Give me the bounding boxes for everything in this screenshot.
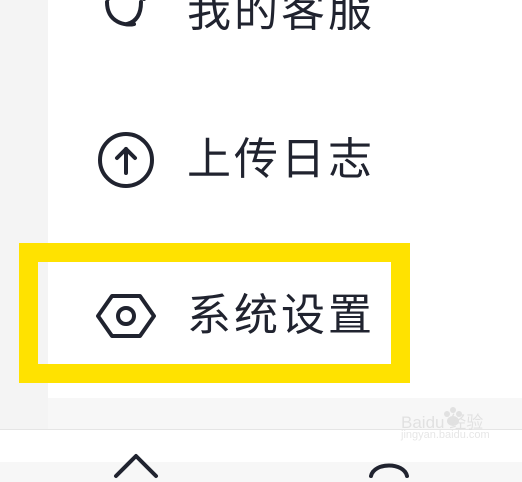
menu-label-upload-log: 上传日志 [187, 134, 375, 185]
menu-label-my-service: 我的客服 [187, 0, 375, 37]
baidu-watermark-url: jingyan.baidu.com [401, 429, 490, 441]
highlight-box [19, 243, 410, 383]
headset-icon [105, 0, 146, 27]
menu-item-my-service[interactable]: 我的客服 [95, 0, 375, 44]
profile-icon[interactable] [366, 450, 412, 482]
baidu-watermark: Baidu 经验 jingyan.baidu.com [401, 404, 501, 446]
left-strip [0, 0, 48, 462]
home-icon[interactable] [113, 450, 159, 482]
upload-icon [98, 132, 154, 188]
menu-item-upload-log[interactable]: 上传日志 [95, 128, 375, 192]
